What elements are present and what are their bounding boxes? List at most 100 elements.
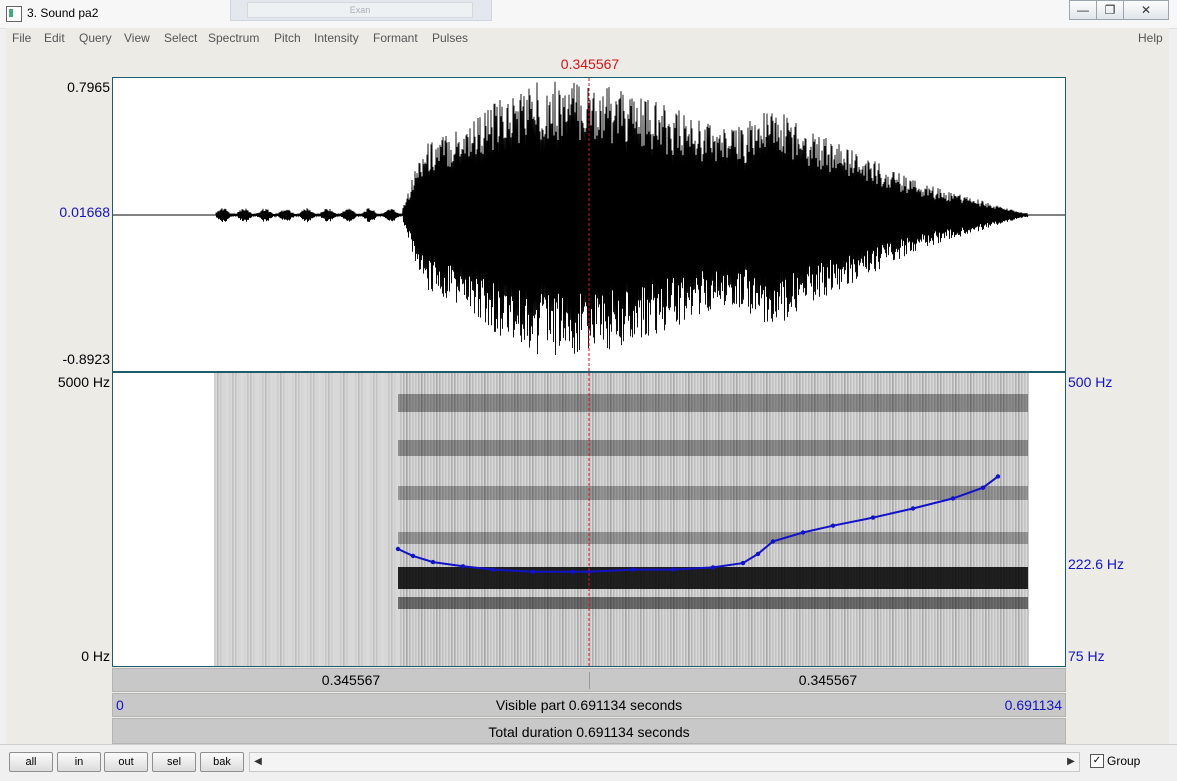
pitch-mid-label: 222.6 Hz xyxy=(1068,556,1125,572)
menu-pitch[interactable]: Pitch xyxy=(274,31,301,45)
waveform-panel[interactable] xyxy=(112,77,1066,372)
spectrogram-column xyxy=(739,373,741,666)
spectrogram-column xyxy=(628,373,630,666)
menu-file[interactable]: File xyxy=(12,31,31,45)
spectrogram-column xyxy=(538,373,540,666)
cursor-time-bar[interactable]: 0.345567 0.345567 xyxy=(112,668,1066,692)
menu-formant[interactable]: Formant xyxy=(373,31,418,45)
spectrogram-column xyxy=(1006,373,1008,666)
spectrogram-column xyxy=(397,373,399,666)
spectrogram-column xyxy=(247,373,249,666)
spectrogram-column xyxy=(631,373,633,666)
zoom-back-button[interactable]: bak xyxy=(200,752,244,772)
spectrogram-column xyxy=(901,373,903,666)
spectrogram-column xyxy=(553,373,555,666)
spectrogram-column xyxy=(427,373,429,666)
title-bar: 3. Sound pa2 Exan — ❐ ✕ xyxy=(0,0,1177,29)
spectrogram-column xyxy=(364,373,366,666)
spectrogram-plot xyxy=(214,373,1029,666)
spectrogram-column xyxy=(415,373,417,666)
spectrogram-column xyxy=(616,373,618,666)
spectrogram-column xyxy=(406,373,408,666)
spectrogram-column xyxy=(937,373,939,666)
spectrogram-column xyxy=(946,373,948,666)
menu-help[interactable]: Help xyxy=(1138,31,1163,45)
spectrogram-column xyxy=(649,373,651,666)
pitch-point xyxy=(410,553,416,559)
minimize-button[interactable]: — xyxy=(1069,0,1097,20)
harmonic-band xyxy=(398,394,1028,412)
spectrogram-column xyxy=(838,373,840,666)
zoom-in-button[interactable]: in xyxy=(57,752,101,772)
pitch-point xyxy=(740,560,746,566)
spectrogram-column xyxy=(787,373,789,666)
menu-pulses[interactable]: Pulses xyxy=(432,31,468,45)
spectrogram-column xyxy=(766,373,768,666)
spectrogram-column xyxy=(229,373,231,666)
spectrogram-column xyxy=(889,373,891,666)
checkmark-icon: ✓ xyxy=(1092,755,1102,766)
spectrogram-column xyxy=(715,373,717,666)
pitch-point xyxy=(395,546,401,552)
spectrogram-column xyxy=(478,373,480,666)
spectrogram-column xyxy=(670,373,672,666)
spectrogram-column xyxy=(352,373,354,666)
group-checkbox[interactable]: ✓ xyxy=(1090,754,1104,768)
visible-part-bar[interactable]: 0 Visible part 0.691134 seconds 0.691134 xyxy=(112,693,1066,717)
spectrogram-column xyxy=(790,373,792,666)
scroll-right-icon[interactable]: ▶ xyxy=(1063,753,1079,771)
spectrogram-column xyxy=(412,373,414,666)
spectrogram-column xyxy=(604,373,606,666)
spectrogram-column xyxy=(706,373,708,666)
spectrogram-column xyxy=(520,373,522,666)
spectrogram-column xyxy=(958,373,960,666)
pitch-point xyxy=(910,506,916,511)
spectrogram-panel[interactable] xyxy=(112,372,1066,667)
menu-view[interactable]: View xyxy=(124,31,150,45)
pitch-point xyxy=(710,565,716,570)
menu-edit[interactable]: Edit xyxy=(44,31,65,45)
maximize-button[interactable]: ❐ xyxy=(1096,0,1124,20)
spectrogram-column xyxy=(238,373,240,666)
spectrogram-column xyxy=(565,373,567,666)
total-duration-bar[interactable]: Total duration 0.691134 seconds xyxy=(112,718,1066,744)
menu-intensity[interactable]: Intensity xyxy=(314,31,359,45)
spectrogram-top-frequency-label: 5000 Hz xyxy=(57,374,110,390)
spectrogram-column xyxy=(919,373,921,666)
background-window-label: Exan xyxy=(247,2,473,18)
spectrogram-column xyxy=(541,373,543,666)
spectrogram-column xyxy=(331,373,333,666)
spectrogram-column xyxy=(886,373,888,666)
horizontal-scrollbar[interactable]: ◀ ▶ xyxy=(249,752,1080,772)
spectrogram-column xyxy=(763,373,765,666)
spectrogram-column xyxy=(337,373,339,666)
bottom-toolbar: all in out sel bak ◀ ▶ ✓ Group xyxy=(0,744,1177,781)
spectrogram-column xyxy=(253,373,255,666)
spectrogram-column xyxy=(517,373,519,666)
spectrogram-column xyxy=(883,373,885,666)
background-window: Exan xyxy=(230,0,492,21)
spectrogram-column xyxy=(619,373,621,666)
spectrogram-column xyxy=(283,373,285,666)
menu-spectrum[interactable]: Spectrum xyxy=(208,31,259,45)
spectrogram-column xyxy=(346,373,348,666)
zoom-selection-button[interactable]: sel xyxy=(152,752,196,772)
menu-select[interactable]: Select xyxy=(164,31,197,45)
menu-query[interactable]: Query xyxy=(79,31,112,45)
spectrogram-column xyxy=(499,373,501,666)
spectrogram-column xyxy=(454,373,456,666)
zoom-all-button[interactable]: all xyxy=(9,752,53,772)
waveform-max-label: 0.7965 xyxy=(67,79,110,95)
zoom-out-button[interactable]: out xyxy=(104,752,148,772)
scroll-left-icon[interactable]: ◀ xyxy=(250,753,266,771)
spectrogram-column xyxy=(907,373,909,666)
spectrogram-column xyxy=(667,373,669,666)
harmonic-band xyxy=(398,597,1028,609)
pitch-point xyxy=(630,567,636,572)
close-button[interactable]: ✕ xyxy=(1123,0,1169,20)
spectrogram-column xyxy=(400,373,402,666)
spectrogram-column xyxy=(718,373,720,666)
spectrogram-column xyxy=(469,373,471,666)
spectrogram-column xyxy=(295,373,297,666)
time-bar-left-label: 0.345567 xyxy=(321,672,381,688)
